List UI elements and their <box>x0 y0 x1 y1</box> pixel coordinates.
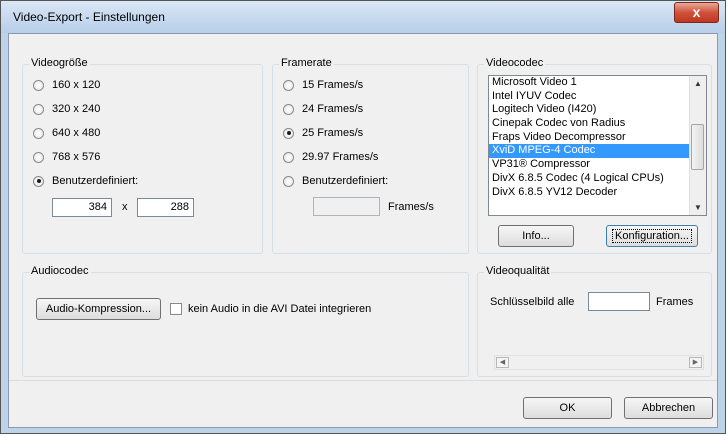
codec-list-item[interactable]: Intel IYUV Codec <box>489 90 706 104</box>
ok-button-label: OK <box>559 402 576 414</box>
option-label: 768 x 576 <box>52 151 101 163</box>
keyframe-input[interactable] <box>588 292 650 311</box>
custom-framerate-input[interactable] <box>313 197 380 216</box>
framerate-option-custom[interactable]: Benutzerdefiniert: <box>283 173 388 189</box>
quality-slider[interactable]: ◀ ▶ <box>494 355 704 370</box>
radio-checked-icon <box>283 127 294 139</box>
videogroesse-title: Videogröße <box>29 57 90 69</box>
dialog-client: Videogröße 160 x 120 320 x 240 640 x 480… <box>8 33 718 428</box>
cancel-button-label: Abbrechen <box>641 402 696 414</box>
framerate-option-15[interactable]: 15 Frames/s <box>283 77 363 93</box>
videogroesse-group: Videogröße 160 x 120 320 x 240 640 x 480… <box>22 57 263 254</box>
scroll-up-icon[interactable]: ▲ <box>694 79 702 88</box>
codec-list-item[interactable]: DivX 6.8.5 Codec (4 Logical CPUs) <box>489 172 706 186</box>
dialog-window: Video-Export - Einstellungen x Videogröß… <box>0 0 726 434</box>
videogroesse-option-320x240[interactable]: 320 x 240 <box>33 101 100 117</box>
times-label: x <box>122 201 128 213</box>
codec-list-item-selected[interactable]: XviD MPEG-4 Codec <box>489 144 706 159</box>
frames-unit-label: Frames/s <box>388 201 434 213</box>
videogroesse-option-custom[interactable]: Benutzerdefiniert: <box>33 173 138 189</box>
audiocodec-group: Audiocodec Audio-Kompression... kein Aud… <box>22 265 469 377</box>
no-audio-checkbox-row[interactable]: kein Audio in die AVI Datei integrieren <box>170 301 371 317</box>
radio-icon <box>33 127 44 139</box>
framerate-option-2997[interactable]: 29.97 Frames/s <box>283 149 378 165</box>
option-label: 640 x 480 <box>52 127 101 139</box>
scroll-left-icon[interactable]: ◀ <box>496 357 509 368</box>
radio-checked-icon <box>33 175 44 187</box>
option-label: 15 Frames/s <box>302 79 364 91</box>
custom-width-input[interactable]: 384 <box>52 198 112 217</box>
custom-height-input[interactable]: 288 <box>137 198 194 217</box>
option-label: Benutzerdefiniert: <box>52 175 139 187</box>
framerate-option-24[interactable]: 24 Frames/s <box>283 101 363 117</box>
audiocodec-title: Audiocodec <box>29 265 91 277</box>
radio-icon <box>33 151 44 163</box>
footer-separator <box>9 380 717 381</box>
videogroesse-option-160x120[interactable]: 160 x 120 <box>33 77 100 93</box>
frames-label: Frames <box>656 296 694 308</box>
videoqualitaet-group: Videoqualität Schlüsselbild alle Frames … <box>477 265 712 377</box>
option-label: 320 x 240 <box>52 103 101 115</box>
configuration-button[interactable]: Konfiguration... <box>606 225 698 247</box>
window-title: Video-Export - Einstellungen <box>13 10 165 24</box>
configuration-button-label: Konfiguration... <box>612 229 692 243</box>
scroll-thumb[interactable] <box>691 124 704 170</box>
no-audio-checkbox[interactable] <box>170 303 182 315</box>
codec-list-item[interactable]: VP31® Compressor <box>489 158 706 172</box>
radio-icon <box>283 79 294 91</box>
info-button-label: Info... <box>522 230 550 242</box>
scroll-right-icon[interactable]: ▶ <box>689 357 702 368</box>
title-bar[interactable]: Video-Export - Einstellungen x <box>1 1 725 33</box>
close-button[interactable]: x <box>674 2 719 23</box>
videoqualitaet-title: Videoqualität <box>484 265 552 277</box>
no-audio-label: kein Audio in die AVI Datei integrieren <box>188 303 372 315</box>
codec-list-item[interactable]: Logitech Video (I420) <box>489 103 706 117</box>
radio-icon <box>33 79 44 91</box>
codec-listbox[interactable]: Microsoft Video 1 Intel IYUV Codec Logit… <box>488 75 707 216</box>
videogroesse-option-768x576[interactable]: 768 x 576 <box>33 149 100 165</box>
audio-compression-button[interactable]: Audio-Kompression... <box>36 298 161 320</box>
framerate-option-25[interactable]: 25 Frames/s <box>283 125 363 141</box>
videogroesse-option-640x480[interactable]: 640 x 480 <box>33 125 100 141</box>
videocodec-group: Videocodec Microsoft Video 1 Intel IYUV … <box>477 57 712 254</box>
info-button[interactable]: Info... <box>498 225 574 247</box>
close-icon: x <box>692 4 701 20</box>
codec-list-item[interactable]: Microsoft Video 1 <box>489 76 706 90</box>
audio-compression-label: Audio-Kompression... <box>45 303 152 315</box>
framerate-group: Framerate 15 Frames/s 24 Frames/s 25 Fra… <box>272 57 469 254</box>
radio-icon <box>33 103 44 115</box>
codec-list-item[interactable]: Cinepak Codec von Radius <box>489 117 706 131</box>
keyframe-label: Schlüsselbild alle <box>490 296 575 308</box>
videocodec-title: Videocodec <box>484 57 546 69</box>
codec-list-item[interactable]: DivX 6.8.5 YV12 Decoder <box>489 186 706 200</box>
scroll-down-icon[interactable]: ▼ <box>694 203 702 212</box>
option-label: 160 x 120 <box>52 79 101 91</box>
radio-icon <box>283 175 294 187</box>
option-label: 25 Frames/s <box>302 127 364 139</box>
radio-icon <box>283 103 294 115</box>
codec-list-scrollbar[interactable]: ▲ ▼ <box>689 76 706 215</box>
option-label: Benutzerdefiniert: <box>302 175 389 187</box>
cancel-button[interactable]: Abbrechen <box>624 397 713 419</box>
codec-list-item[interactable]: Fraps Video Decompressor <box>489 131 706 145</box>
option-label: 24 Frames/s <box>302 103 364 115</box>
radio-icon <box>283 151 294 163</box>
framerate-title: Framerate <box>279 57 334 69</box>
option-label: 29.97 Frames/s <box>302 151 379 163</box>
ok-button[interactable]: OK <box>523 397 612 419</box>
